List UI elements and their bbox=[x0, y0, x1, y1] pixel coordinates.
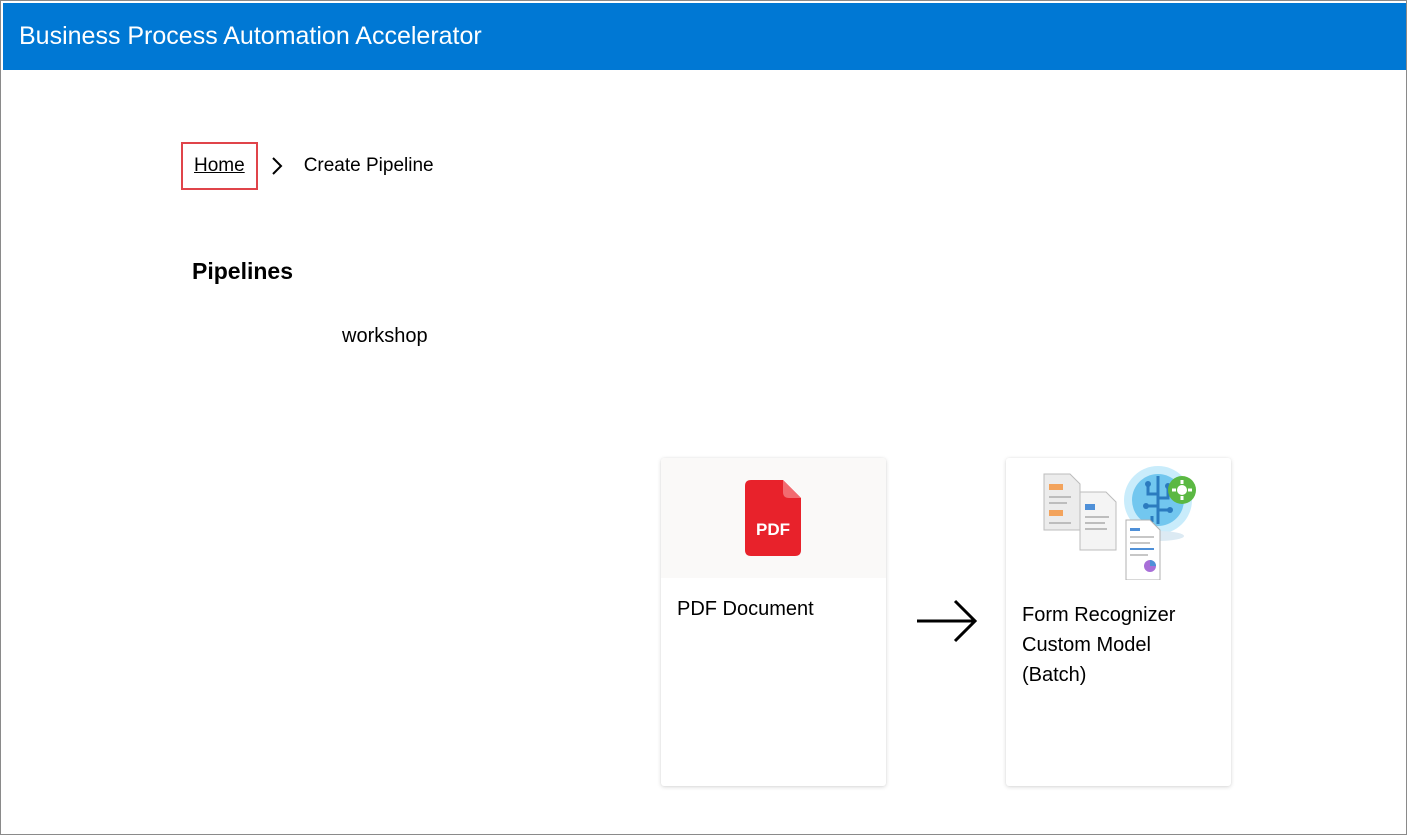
app-title: Business Process Automation Accelerator bbox=[19, 22, 482, 50]
breadcrumb-current: Create Pipeline bbox=[303, 155, 434, 176]
chevron-right-icon bbox=[269, 156, 285, 176]
pipeline-name: workshop bbox=[342, 325, 428, 347]
section-title: Pipelines bbox=[192, 258, 293, 284]
breadcrumb: Home Create Pipeline bbox=[181, 142, 434, 190]
form-recognizer-card[interactable]: Form Recognizer Custom Model (Batch) bbox=[1006, 458, 1231, 786]
app-header: Business Process Automation Accelerator bbox=[3, 3, 1406, 70]
pdf-badge-text: PDF bbox=[756, 520, 790, 539]
pdf-document-card[interactable]: PDF PDF Document bbox=[661, 458, 886, 786]
card-label: Form Recognizer Custom Model (Batch) bbox=[1022, 604, 1176, 686]
arrow-right-icon bbox=[917, 599, 978, 643]
pdf-file-icon: PDF bbox=[745, 480, 801, 556]
card-label: PDF Document bbox=[677, 598, 814, 620]
card-thumbnail: PDF bbox=[661, 458, 886, 578]
breadcrumb-home-link[interactable]: Home bbox=[181, 142, 258, 190]
